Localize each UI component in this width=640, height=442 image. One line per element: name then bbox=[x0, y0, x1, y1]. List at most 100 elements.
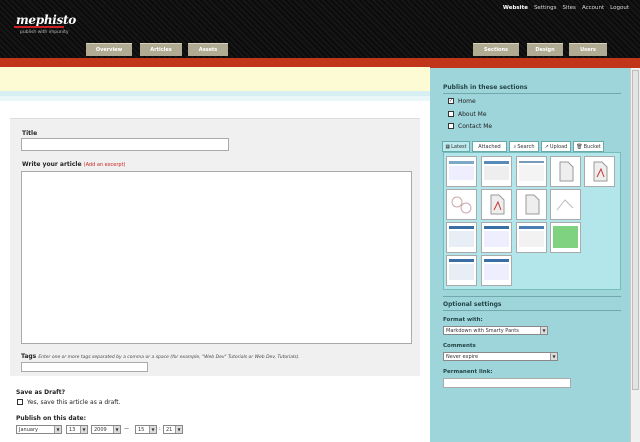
chevron-down-icon: ▼ bbox=[550, 353, 557, 360]
body-label: Write your article (Add an excerpt) bbox=[22, 161, 126, 168]
month-select[interactable]: January ▼ bbox=[16, 425, 62, 434]
section-about-label: About Me bbox=[458, 111, 487, 118]
asset-thumbnail[interactable] bbox=[516, 156, 547, 187]
draft-checkbox[interactable] bbox=[17, 399, 23, 405]
tags-label: Tags bbox=[21, 353, 37, 360]
comments-label: Comments bbox=[443, 343, 476, 349]
link-sites[interactable]: Sites bbox=[563, 5, 576, 11]
permalink-input[interactable] bbox=[443, 378, 571, 388]
divider bbox=[443, 296, 621, 297]
link-settings[interactable]: Settings bbox=[534, 5, 557, 11]
divider-stripe bbox=[0, 96, 430, 101]
asset-tab-latest[interactable]: ▦ Latest bbox=[442, 141, 470, 152]
asset-tab-label: Upload bbox=[549, 143, 568, 150]
minute-select[interactable]: 21 ▼ bbox=[163, 425, 183, 434]
grid-icon: ▦ bbox=[445, 143, 451, 150]
comments-select[interactable]: Never expire ▼ bbox=[443, 352, 558, 361]
top-links: Website Settings Sites Account Logout bbox=[503, 5, 629, 11]
title-label: Title bbox=[22, 130, 38, 137]
minute-value: 21 bbox=[166, 426, 173, 433]
tab-assets[interactable]: Assets bbox=[188, 43, 228, 56]
asset-thumbnail[interactable] bbox=[446, 156, 477, 187]
permalink-label: Permanent link: bbox=[443, 369, 493, 375]
tagline: publish with impunity bbox=[20, 30, 69, 35]
add-excerpt-link[interactable]: (Add an excerpt) bbox=[84, 162, 126, 168]
chevron-down-icon: ▼ bbox=[113, 426, 120, 433]
tags-input[interactable] bbox=[21, 362, 148, 372]
link-account[interactable]: Account bbox=[582, 5, 604, 11]
chevron-down-icon: ▼ bbox=[149, 426, 156, 433]
format-value: Markdown with Smarty Pants bbox=[446, 327, 519, 334]
scrollbar-thumb[interactable] bbox=[632, 70, 639, 390]
tab-design[interactable]: Design bbox=[527, 43, 563, 56]
chevron-down-icon: ▼ bbox=[54, 426, 61, 433]
logo-text: mephisto bbox=[16, 13, 76, 27]
optional-settings-title: Optional settings bbox=[443, 301, 502, 308]
upload-icon: ↗ bbox=[544, 143, 549, 150]
asset-thumbnail[interactable] bbox=[481, 156, 512, 187]
asset-tab-bucket[interactable]: 🗑 Bucket bbox=[573, 141, 604, 152]
comments-value: Never expire bbox=[446, 353, 479, 360]
tags-label-row: Tags Enter one or more tags separated by… bbox=[21, 353, 421, 360]
mephisto-logo[interactable]: mephisto bbox=[14, 13, 76, 28]
draft-label: Save as Draft? bbox=[16, 389, 66, 396]
hour-select[interactable]: 15 ▼ bbox=[135, 425, 157, 434]
chevron-down-icon: ▼ bbox=[80, 426, 87, 433]
bucket-icon: 🗑 bbox=[576, 143, 583, 150]
section-about-checkbox[interactable] bbox=[448, 111, 454, 117]
file-icon[interactable] bbox=[516, 189, 547, 220]
day-select[interactable]: 13 ▼ bbox=[66, 425, 88, 434]
year-value: 2009 bbox=[94, 426, 107, 433]
file-icon[interactable] bbox=[550, 156, 581, 187]
asset-tab-label: Search bbox=[517, 143, 535, 150]
asset-tab-attached[interactable]: Attached bbox=[472, 141, 507, 152]
day-value: 13 bbox=[69, 426, 76, 433]
asset-thumbnail[interactable] bbox=[550, 222, 581, 253]
tab-articles[interactable]: Articles bbox=[140, 43, 182, 56]
pdf-file-icon[interactable] bbox=[481, 189, 512, 220]
article-body-textarea[interactable] bbox=[21, 171, 412, 344]
hour-value: 15 bbox=[138, 426, 145, 433]
year-select[interactable]: 2009 ▼ bbox=[91, 425, 121, 434]
sections-title: Publish in these sections bbox=[443, 84, 528, 91]
draft-option-label: Yes, save this article as a draft. bbox=[27, 399, 121, 406]
tags-hint: Enter one or more tags separated by a co… bbox=[38, 355, 300, 360]
tab-overview[interactable]: Overview bbox=[86, 43, 132, 56]
chevron-down-icon: ▼ bbox=[175, 426, 182, 433]
chevron-down-icon: ▼ bbox=[540, 327, 547, 334]
asset-tab-label: Latest bbox=[451, 143, 467, 150]
asset-thumbnail[interactable] bbox=[481, 222, 512, 253]
tab-users[interactable]: Users bbox=[569, 43, 607, 56]
asset-tab-label: Bucket bbox=[583, 143, 601, 150]
format-select[interactable]: Markdown with Smarty Pants ▼ bbox=[443, 326, 548, 335]
body-label-text: Write your article bbox=[22, 161, 82, 168]
publish-date-label: Publish on this date: bbox=[16, 415, 87, 422]
section-home-label: Home bbox=[458, 98, 476, 105]
asset-thumbnail[interactable] bbox=[550, 189, 581, 220]
link-website[interactable]: Website bbox=[503, 5, 528, 11]
asset-tab-upload[interactable]: ↗ Upload bbox=[541, 141, 571, 152]
section-home-checkbox[interactable]: ✓ bbox=[448, 98, 454, 104]
time-colon: : bbox=[159, 426, 161, 432]
header-bar: mephisto publish with impunity Website S… bbox=[0, 0, 640, 58]
section-contact-checkbox[interactable] bbox=[448, 123, 454, 129]
asset-thumbnail[interactable] bbox=[516, 222, 547, 253]
asset-tab-label: Attached bbox=[478, 143, 501, 150]
asset-tab-search[interactable]: ⌕ Search bbox=[509, 141, 539, 152]
asset-thumbnail[interactable] bbox=[446, 189, 477, 220]
asset-thumbnail[interactable] bbox=[481, 255, 512, 286]
asset-thumbnail[interactable] bbox=[446, 222, 477, 253]
divider bbox=[443, 310, 621, 311]
tab-sections[interactable]: Sections bbox=[473, 43, 519, 56]
pdf-file-icon[interactable] bbox=[584, 156, 615, 187]
date-time-separator: — bbox=[124, 426, 129, 432]
search-icon: ⌕ bbox=[513, 143, 517, 150]
title-input[interactable] bbox=[21, 138, 229, 151]
scrollbar[interactable] bbox=[630, 68, 640, 442]
divider bbox=[443, 93, 621, 94]
format-label: Format with: bbox=[443, 317, 483, 323]
section-contact-label: Contact Me bbox=[458, 123, 493, 130]
notice-area bbox=[0, 67, 430, 91]
link-logout[interactable]: Logout bbox=[610, 5, 629, 11]
asset-thumbnail[interactable] bbox=[446, 255, 477, 286]
